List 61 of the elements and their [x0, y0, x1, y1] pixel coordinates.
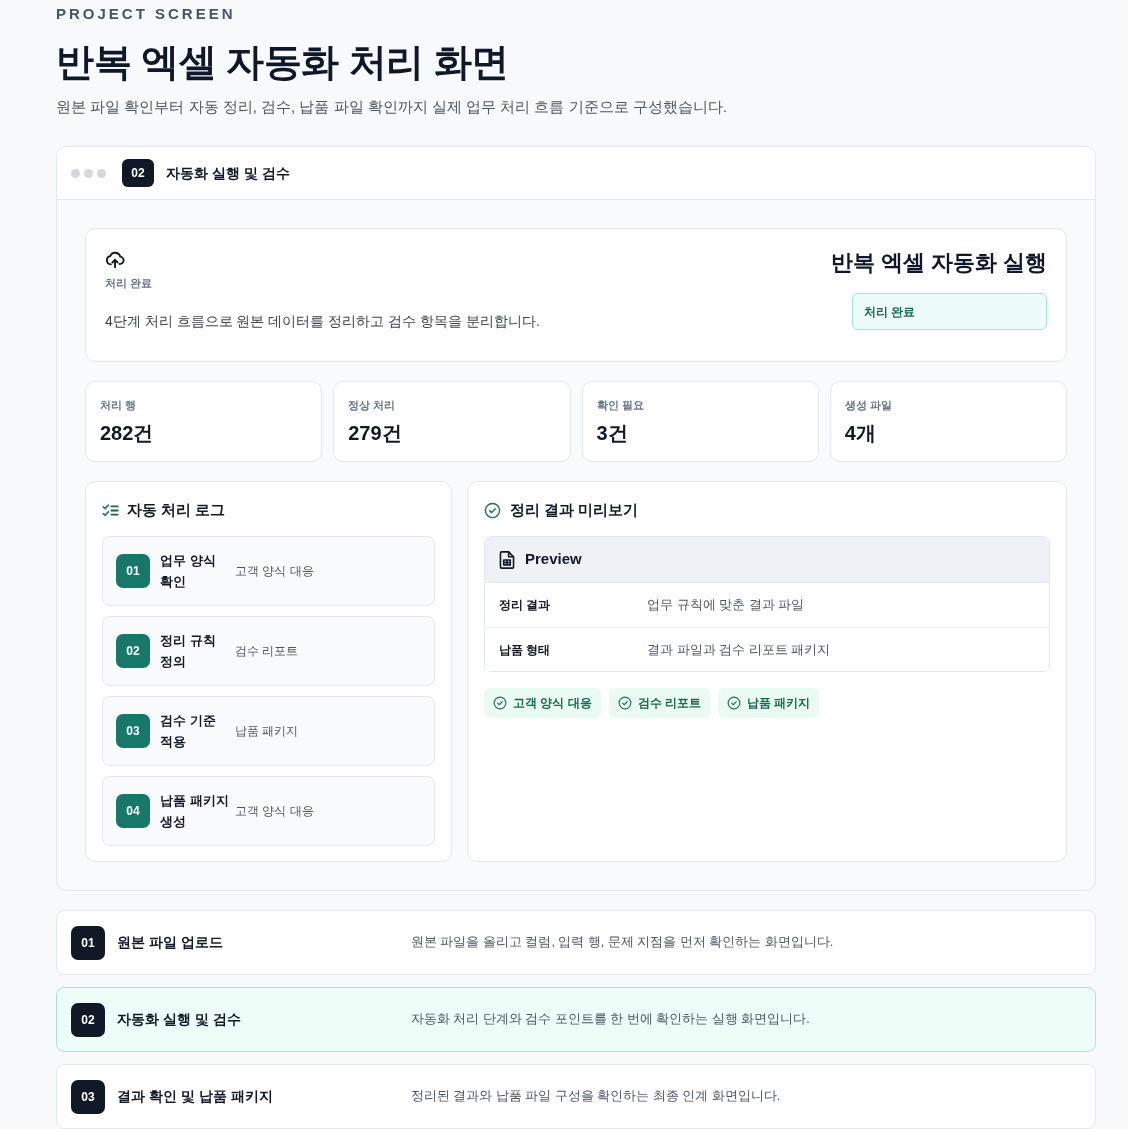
stat-label: 정상 처리	[348, 398, 397, 413]
step-number: 03	[71, 1079, 105, 1114]
status-label: 처리 완료	[105, 276, 154, 291]
tag-label: 납품 패키지	[747, 695, 811, 712]
stat-label: 확인 필요	[596, 398, 645, 413]
window-dot-icon	[97, 168, 106, 178]
summary-title: 반복 엑셀 자동화 실행	[830, 249, 1047, 277]
log-item-title: 납품 패키지 생성	[160, 792, 230, 831]
page-subtitle: 원본 파일 확인부터 자동 정리, 검수, 납품 파일 확인까지 실제 업무 처리 흐름 기준으로 구성했습니다.	[56, 97, 728, 117]
eyebrow-label: PROJECT SCREEN	[56, 4, 237, 24]
spreadsheet-file-icon	[499, 550, 515, 569]
cloud-upload-icon	[105, 249, 125, 269]
check-circle-icon	[617, 696, 632, 710]
check-circle-icon	[493, 696, 507, 710]
step-number: 04	[116, 794, 150, 828]
log-title: 자동 처리 로그	[127, 500, 226, 520]
check-circle-icon	[484, 501, 501, 519]
summary-description: 4단계 처리 흐름으로 원본 데이터를 정리하고 검수 항목을 분리합니다.	[105, 312, 540, 331]
step-number: 01	[116, 554, 150, 588]
window-dot-icon	[84, 168, 93, 178]
page-title: 반복 엑셀 자동화 처리 화면	[56, 40, 510, 85]
row-label: 정리 결과	[499, 597, 552, 614]
step-title: 원본 파일 업로드	[117, 933, 224, 952]
log-item-detail: 고객 양식 대응	[235, 563, 314, 580]
status-badge: 처리 완료	[852, 293, 1047, 330]
log-item-detail: 납품 패키지	[235, 723, 299, 740]
check-circle-icon	[727, 696, 741, 710]
preview-title: 정리 결과 미리보기	[510, 500, 639, 520]
window-dot-icon	[71, 168, 80, 178]
checklist-icon	[102, 502, 119, 518]
log-item-detail: 검수 리포트	[235, 643, 299, 660]
step-number: 03	[116, 714, 150, 748]
log-item-title: 업무 양식 확인	[160, 552, 217, 591]
stat-label: 생성 파일	[844, 398, 893, 413]
row-value: 결과 파일과 검수 리포트 패키지	[647, 640, 831, 659]
stat-value: 282건	[100, 421, 155, 446]
log-item-title: 검수 기준 적용	[160, 712, 217, 751]
step-number: 02	[116, 634, 150, 668]
row-value: 업무 규칙에 맞춘 결과 파일	[647, 596, 805, 615]
row-label: 납품 형태	[499, 641, 552, 659]
step-number: 02	[122, 159, 154, 187]
step-title: 결과 확인 및 납품 패키지	[117, 1087, 274, 1106]
step-item[interactable]: 03 결과 확인 및 납품 패키지 정리된 결과와 납품 파일 구성을 확인하는 최종 인계 화면입니다.	[56, 1064, 1096, 1129]
step-item[interactable]: 02 자동화 실행 및 검수 자동화 처리 단계와 검수 포인트를 한 번에 확인하는 실행 화면입니다.	[56, 987, 1096, 1052]
tag-label: 검수 리포트	[637, 695, 701, 712]
step-title: 자동화 실행 및 검수	[117, 1010, 242, 1029]
stat-value: 279건	[348, 421, 403, 446]
panel-title: 자동화 실행 및 검수	[165, 163, 290, 183]
stat-value: 4개	[844, 421, 877, 446]
stat-label: 처리 행	[100, 398, 138, 413]
step-item[interactable]: 01 원본 파일 업로드 원본 파일을 올리고 컬럼, 입력 행, 문제 지점을 먼저 확인하는 화면입니다.	[56, 910, 1096, 975]
step-description: 원본 파일을 올리고 컬럼, 입력 행, 문제 지점을 먼저 확인하는 화면입니다.	[411, 934, 834, 952]
tag-label: 고객 양식 대응	[513, 695, 592, 712]
step-number: 01	[71, 925, 105, 960]
step-description: 자동화 처리 단계와 검수 포인트를 한 번에 확인하는 실행 화면입니다.	[411, 1011, 810, 1029]
step-number: 02	[71, 1002, 105, 1037]
table-title: Preview	[525, 549, 582, 570]
step-description: 정리된 결과와 납품 파일 구성을 확인하는 최종 인계 화면입니다.	[411, 1088, 781, 1106]
stat-value: 3건	[596, 421, 629, 446]
log-item-detail: 고객 양식 대응	[235, 803, 314, 820]
log-item-title: 정리 규칙 정의	[160, 632, 217, 671]
